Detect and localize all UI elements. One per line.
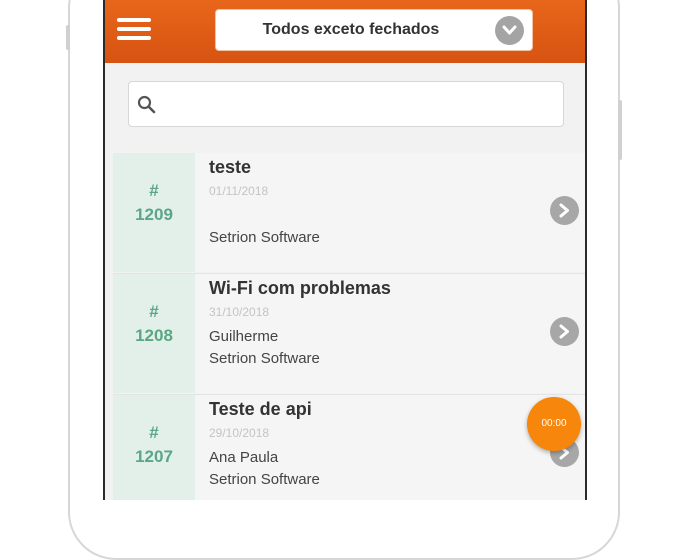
ticket-number-badge: # 1209 bbox=[113, 153, 195, 272]
ticket-title: teste bbox=[209, 157, 252, 177]
search-box bbox=[128, 81, 564, 127]
ticket-body: teste 01/11/2018 Setrion Software bbox=[195, 153, 585, 272]
ticket-hash: # bbox=[149, 302, 159, 321]
ticket-number-badge: # 1208 bbox=[113, 274, 195, 393]
ticket-company: Setrion Software bbox=[209, 229, 320, 246]
chevron-right-icon[interactable] bbox=[550, 196, 579, 225]
hamburger-icon bbox=[117, 36, 151, 40]
phone-side-button bbox=[618, 100, 622, 160]
ticket-company: Setrion Software bbox=[209, 471, 320, 488]
menu-button[interactable] bbox=[117, 16, 153, 44]
hamburger-icon bbox=[117, 18, 151, 22]
chevron-right-icon[interactable] bbox=[550, 317, 579, 346]
status-filter-value: Todos exceto fechados bbox=[262, 21, 440, 38]
chevron-down-icon bbox=[495, 16, 524, 45]
ticket-hash: # bbox=[149, 423, 159, 442]
ticket-title: Teste de api bbox=[209, 399, 312, 419]
ticket-list: # 1209 teste 01/11/2018 Setrion Software… bbox=[113, 153, 585, 500]
ticket-number-badge: # 1207 bbox=[113, 395, 195, 500]
app-screen: Todos exceto fechados # 1209 teste 01/11… bbox=[103, 0, 587, 500]
ticket-hash: # bbox=[149, 181, 159, 200]
search-icon bbox=[137, 95, 156, 119]
ticket-title: Wi-Fi com problemas bbox=[209, 278, 391, 298]
ticket-date: 31/10/2018 bbox=[209, 305, 270, 319]
ticket-number: 1207 bbox=[135, 447, 173, 466]
ticket-item[interactable]: # 1207 Teste de api 29/10/2018 Ana Paula… bbox=[113, 395, 585, 500]
ticket-company: Setrion Software bbox=[209, 350, 320, 367]
ticket-date: 29/10/2018 bbox=[209, 426, 270, 440]
hamburger-icon bbox=[117, 27, 151, 31]
ticket-number: 1209 bbox=[135, 205, 173, 224]
search-input[interactable] bbox=[163, 88, 559, 122]
timer-button[interactable]: 00:00 bbox=[527, 397, 581, 451]
app-header: Todos exceto fechados bbox=[105, 0, 585, 63]
ticket-item[interactable]: # 1208 Wi-Fi com problemas 31/10/2018 Gu… bbox=[113, 274, 585, 395]
ticket-person: Guilherme bbox=[209, 328, 279, 345]
ticket-date: 01/11/2018 bbox=[209, 184, 269, 198]
ticket-body: Wi-Fi com problemas 31/10/2018 Guilherme… bbox=[195, 274, 585, 393]
ticket-item[interactable]: # 1209 teste 01/11/2018 Setrion Software bbox=[113, 153, 585, 274]
ticket-person: Ana Paula bbox=[209, 449, 279, 466]
ticket-number: 1208 bbox=[135, 326, 173, 345]
status-filter-select[interactable]: Todos exceto fechados bbox=[215, 9, 533, 51]
phone-side-button bbox=[66, 25, 70, 50]
ticket-body: Teste de api 29/10/2018 Ana Paula Setrio… bbox=[195, 395, 585, 500]
